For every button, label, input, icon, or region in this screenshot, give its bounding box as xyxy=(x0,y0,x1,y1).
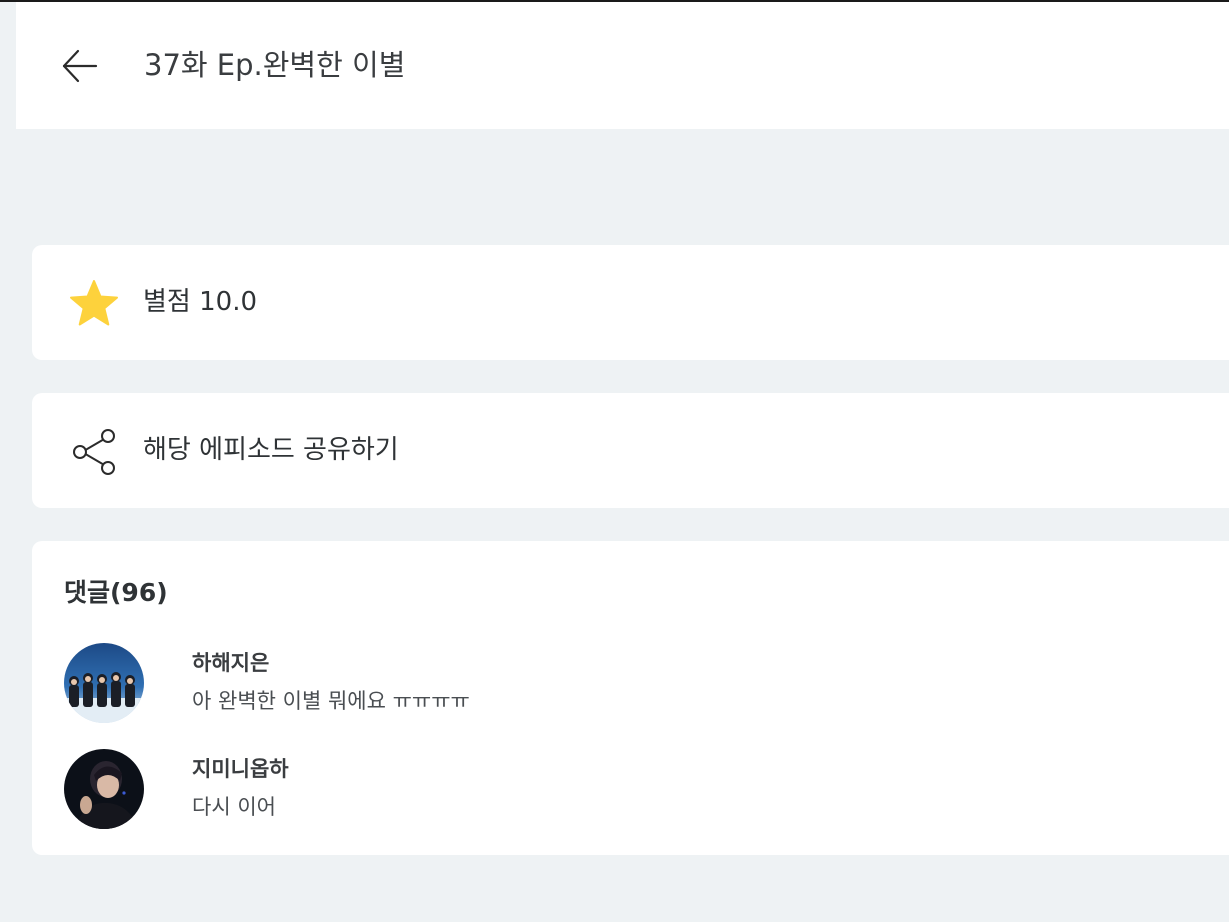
page-title: 37화 Ep.완벽한 이별 xyxy=(144,48,406,82)
star-icon xyxy=(70,280,118,326)
share-episode-button[interactable]: 해당 에피소드 공유하기 xyxy=(32,393,1229,508)
group-photo-avatar[interactable] xyxy=(64,643,144,723)
portrait-avatar[interactable] xyxy=(64,749,144,829)
comments-heading: 댓글(96) xyxy=(64,578,168,607)
comment-item[interactable]: 하해지은 아 완벽한 이별 뭐에요 ㅠㅠㅠㅠ xyxy=(64,643,1184,727)
comments-card: 댓글(96) 하해지은 아 완벽한 이별 뭐에요 ㅠㅠㅠㅠ 지미니옵하 다시 이… xyxy=(32,541,1229,855)
comment-text: 아 완벽한 이별 뭐에요 ㅠㅠㅠㅠ xyxy=(192,689,470,713)
rating-label: 별점 10.0 xyxy=(143,287,257,317)
comment-text: 다시 이어 xyxy=(192,795,276,819)
share-label: 해당 에피소드 공유하기 xyxy=(143,435,399,465)
arrow-left-icon xyxy=(62,49,98,83)
comment-author: 하해지은 xyxy=(192,651,270,675)
back-button[interactable] xyxy=(60,46,100,86)
share-icon xyxy=(73,429,115,475)
app-header: 37화 Ep.완벽한 이별 xyxy=(16,2,1229,129)
rating-card: 별점 10.0 xyxy=(32,245,1229,360)
comment-author: 지미니옵하 xyxy=(192,757,289,781)
comment-item[interactable]: 지미니옵하 다시 이어 xyxy=(64,749,1184,833)
